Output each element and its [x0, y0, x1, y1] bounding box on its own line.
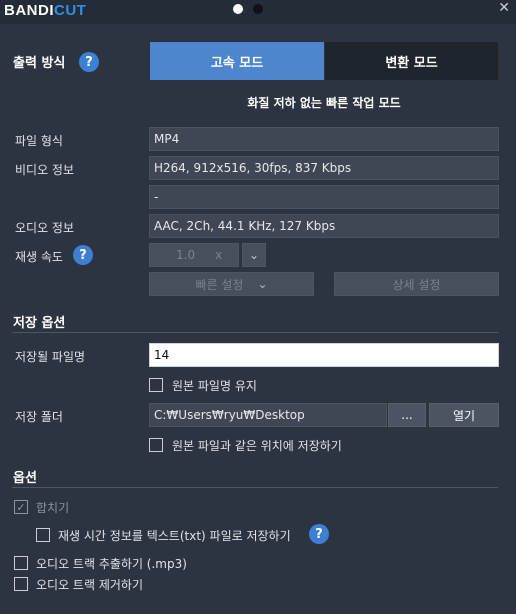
- page-indicator-dot[interactable]: [253, 4, 263, 14]
- video-info-field: H264, 912x516, 30fps, 837 Kbps: [149, 156, 499, 180]
- detail-settings-button[interactable]: 상세 설정: [334, 272, 499, 296]
- keep-original-name-label: 원본 파일명 유지: [172, 379, 257, 393]
- extract-audio-label: 오디오 트랙 추출하기 (.mp3): [36, 557, 187, 571]
- remove-audio-label: 오디오 트랙 제거하기: [36, 578, 143, 592]
- convert-mode-button[interactable]: 변환 모드: [325, 42, 498, 80]
- save-timeline-txt-label: 재생 시간 정보를 텍스트(txt) 파일로 저장하기: [58, 529, 291, 543]
- remove-audio-checkbox[interactable]: [14, 577, 28, 591]
- save-timeline-txt-checkbox[interactable]: [36, 528, 50, 542]
- merge-checkbox[interactable]: ✓: [14, 500, 28, 514]
- file-format-label: 파일 형식: [15, 134, 63, 148]
- save-folder-field[interactable]: C:₩Users₩ryu₩Desktop: [149, 403, 387, 427]
- keep-original-name-checkbox[interactable]: [149, 378, 163, 392]
- filename-label: 저장될 파일명: [15, 350, 86, 364]
- chevron-down-icon[interactable]: ⌄: [242, 243, 266, 267]
- video-info-extra-field: -: [149, 185, 499, 209]
- chevron-down-icon: ⌄: [257, 277, 268, 291]
- merge-label: 합치기: [36, 501, 70, 515]
- video-info-label: 비디오 정보: [15, 163, 75, 177]
- checkmark-icon: ✓: [16, 500, 26, 514]
- speed-value: 1.0: [176, 248, 196, 262]
- timeline-help-icon[interactable]: ?: [309, 524, 329, 544]
- save-options-title: 저장 옵션: [13, 316, 66, 331]
- save-folder-label: 저장 폴더: [15, 410, 63, 424]
- close-icon[interactable]: ✕: [498, 0, 510, 16]
- quick-settings-dropdown[interactable]: 빠른 설정 ⌄: [149, 272, 314, 296]
- audio-info-label: 오디오 정보: [15, 221, 75, 235]
- extract-audio-checkbox[interactable]: [14, 556, 28, 570]
- output-mode-title: 출력 방식: [13, 56, 66, 71]
- mode-description: 화질 저하 없는 빠른 작업 모드: [247, 96, 401, 110]
- browse-folder-button[interactable]: ...: [388, 403, 426, 427]
- help-icon[interactable]: ?: [79, 52, 99, 72]
- save-options-divider: [12, 332, 498, 333]
- options-title: 옵션: [13, 471, 37, 486]
- quick-settings-label: 빠른 설정: [195, 277, 244, 292]
- audio-info-field: AAC, 2Ch, 44.1 KHz, 127 Kbps: [149, 214, 499, 238]
- speed-input[interactable]: 1.0 x: [149, 243, 239, 267]
- speed-help-icon[interactable]: ?: [73, 245, 93, 265]
- options-divider: [12, 487, 498, 488]
- app-logo: BANDICUT: [4, 2, 87, 19]
- filename-input[interactable]: 14: [149, 343, 499, 367]
- speed-unit: x: [215, 248, 223, 262]
- fast-mode-button[interactable]: 고속 모드: [150, 42, 324, 80]
- playback-speed-label: 재생 속도: [15, 250, 63, 264]
- save-same-location-label: 원본 파일과 같은 위치에 저장하기: [172, 439, 342, 453]
- page-indicator-dot-active[interactable]: [233, 4, 243, 14]
- save-same-location-checkbox[interactable]: [149, 438, 163, 452]
- open-folder-button[interactable]: 열기: [429, 403, 499, 427]
- file-format-field: MP4: [149, 127, 499, 151]
